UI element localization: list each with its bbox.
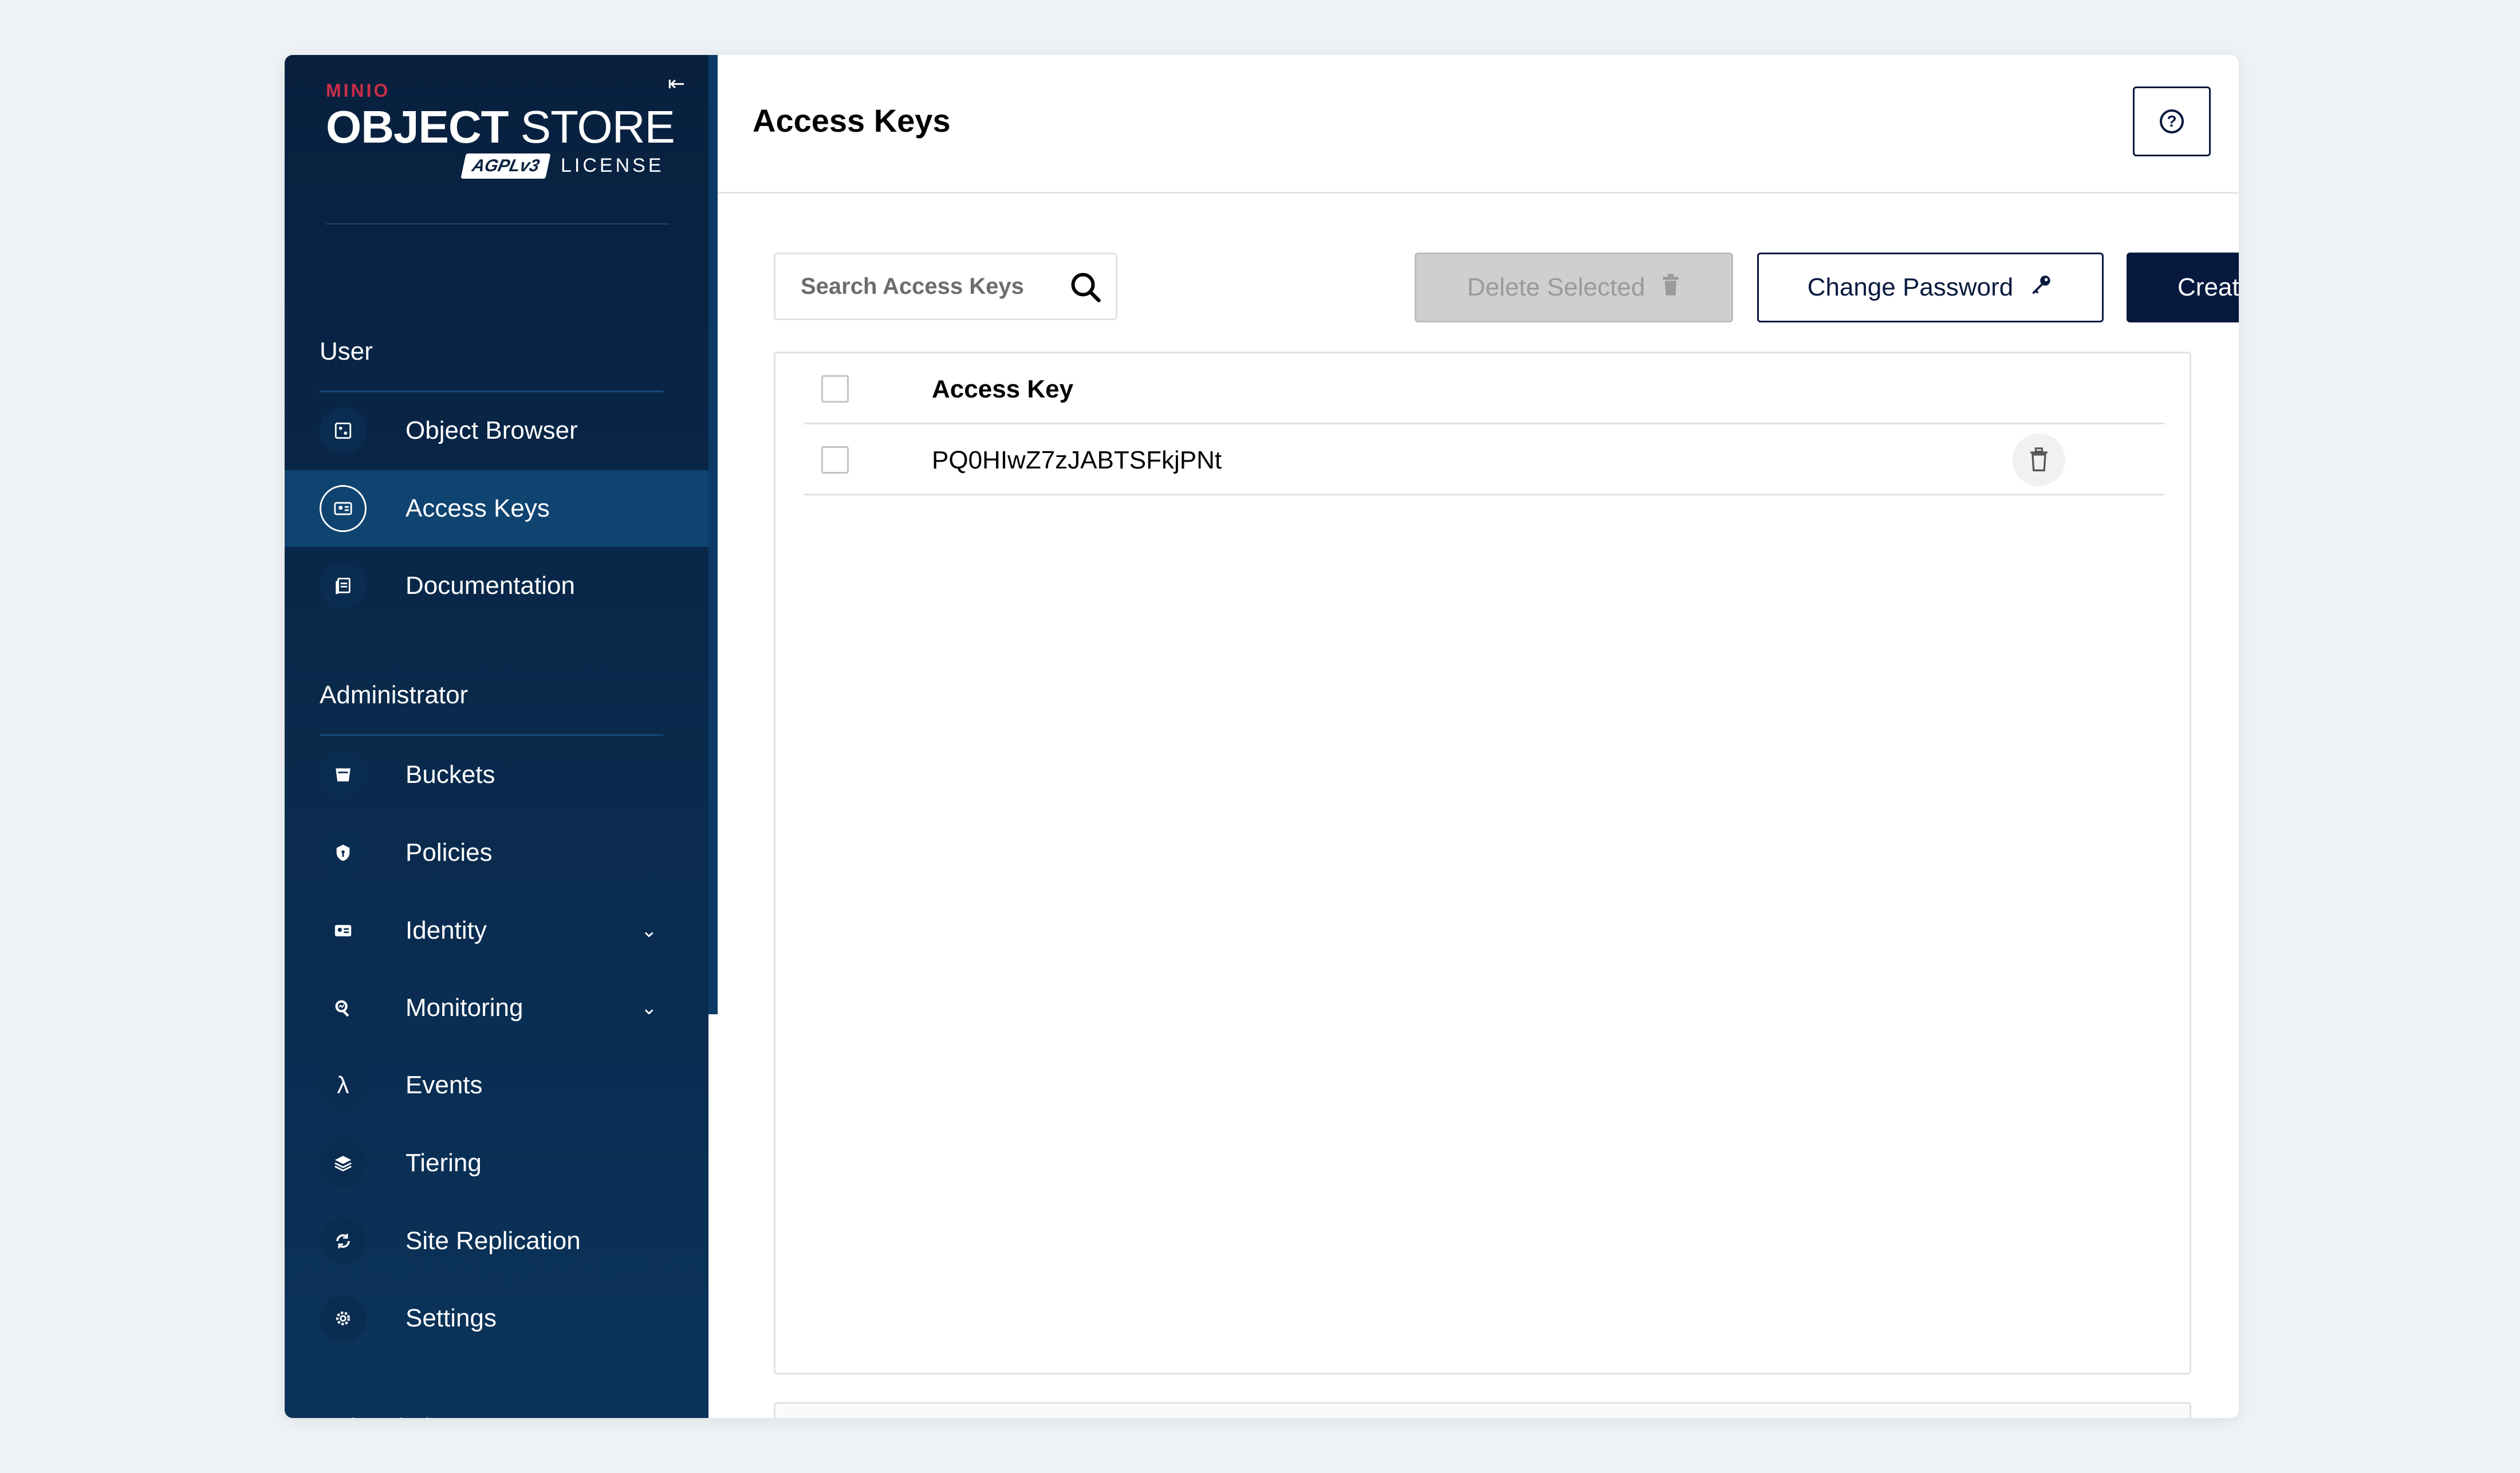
sidebar-item-tiering[interactable]: Tiering [285, 1125, 708, 1202]
app-window: ⇤ MINIO OBJECT STORE AGPLv3 LICENSE User… [285, 55, 2239, 1418]
search-input[interactable] [801, 269, 1064, 304]
logo-license: LICENSE [561, 155, 664, 176]
logo-product: OBJECT STORE [326, 101, 675, 152]
sidebar-scrollbar-thumb[interactable] [708, 55, 718, 1014]
section-title-administrator: Administrator [320, 681, 468, 709]
chevron-down-icon[interactable]: ⌄ [641, 997, 657, 1019]
select-all-checkbox[interactable] [821, 375, 849, 403]
sidebar-item-label: Policies [405, 838, 493, 867]
monitoring-icon [320, 984, 367, 1031]
lambda-icon: λ [320, 1062, 367, 1109]
section-title-subscription: Subscription [320, 1413, 458, 1418]
logo: MINIO OBJECT STORE AGPLv3 LICENSE [326, 80, 675, 179]
section-divider [320, 734, 663, 736]
sidebar-item-label: Access Keys [405, 494, 550, 522]
delete-selected-button[interactable]: Delete Selected [1415, 253, 1733, 322]
documentation-icon [320, 562, 367, 609]
sidebar-item-policies[interactable]: Policies [285, 814, 708, 891]
sidebar: ⇤ MINIO OBJECT STORE AGPLv3 LICENSE User… [285, 55, 708, 1418]
row-checkbox[interactable] [821, 446, 849, 474]
search-box[interactable] [774, 253, 1117, 320]
identity-icon [320, 907, 367, 954]
table-header: Access Key [804, 353, 2164, 424]
sidebar-item-monitoring[interactable]: Monitoring ⌄ [285, 970, 708, 1046]
policies-icon [320, 829, 367, 876]
key-icon [2029, 272, 2053, 304]
trash-icon [1661, 272, 1680, 304]
pagination-strip [774, 1402, 2191, 1418]
sidebar-item-label: Site Replication [405, 1227, 581, 1255]
create-access-key-button[interactable]: Create access key [2127, 253, 2239, 322]
sidebar-item-site-replication[interactable]: Site Replication [285, 1203, 708, 1279]
sidebar-item-label: Settings [405, 1304, 497, 1332]
sidebar-item-identity[interactable]: Identity ⌄ [285, 892, 708, 969]
search-icon[interactable] [1069, 270, 1103, 305]
sidebar-item-label: Documentation [405, 572, 575, 600]
sidebar-item-buckets[interactable]: Buckets [285, 736, 708, 813]
chevron-down-icon[interactable]: ⌄ [641, 919, 657, 942]
row-delete-button[interactable] [2013, 434, 2065, 486]
sidebar-item-label: Monitoring [405, 994, 523, 1022]
sidebar-item-label: Events [405, 1071, 483, 1099]
help-icon: ? [2160, 109, 2184, 133]
sidebar-item-documentation[interactable]: Documentation [285, 548, 708, 624]
sidebar-item-label: Object Browser [405, 416, 578, 444]
replication-icon [320, 1218, 367, 1265]
sidebar-item-label: Identity [405, 916, 487, 944]
tiering-icon [320, 1140, 367, 1187]
main-content: Access Keys ? Delete Selected Change Pas… [718, 55, 2239, 1418]
sidebar-item-label: Tiering [405, 1149, 482, 1177]
sidebar-item-access-keys[interactable]: Access Keys [285, 470, 708, 547]
column-header-access-key: Access Key [932, 375, 1074, 403]
divider [326, 223, 670, 225]
page-header: Access Keys ? [718, 55, 2239, 194]
sidebar-item-settings[interactable]: Settings [285, 1280, 708, 1357]
license-badge: AGPLv3 [460, 153, 551, 179]
table-row[interactable]: PQ0HIwZ7zJABTSFkjPNt [804, 424, 2164, 495]
sidebar-item-events[interactable]: λ Events [285, 1047, 708, 1124]
object-browser-icon [320, 407, 367, 454]
gear-icon [320, 1295, 367, 1342]
access-key-value: PQ0HIwZ7zJABTSFkjPNt [932, 446, 1222, 474]
sidebar-item-object-browser[interactable]: Object Browser [285, 392, 708, 469]
access-keys-icon [320, 485, 367, 532]
sidebar-item-label: Buckets [405, 761, 495, 789]
access-keys-table: Access Key PQ0HIwZ7zJABTSFkjPNt [774, 352, 2191, 1374]
trash-icon [2030, 447, 2048, 471]
page-title: Access Keys [753, 103, 951, 139]
section-title-user: User [320, 337, 373, 365]
buckets-icon [320, 751, 367, 798]
change-password-button[interactable]: Change Password [1757, 253, 2104, 322]
logo-brand: MINIO [326, 80, 391, 101]
help-button[interactable]: ? [2133, 86, 2211, 156]
